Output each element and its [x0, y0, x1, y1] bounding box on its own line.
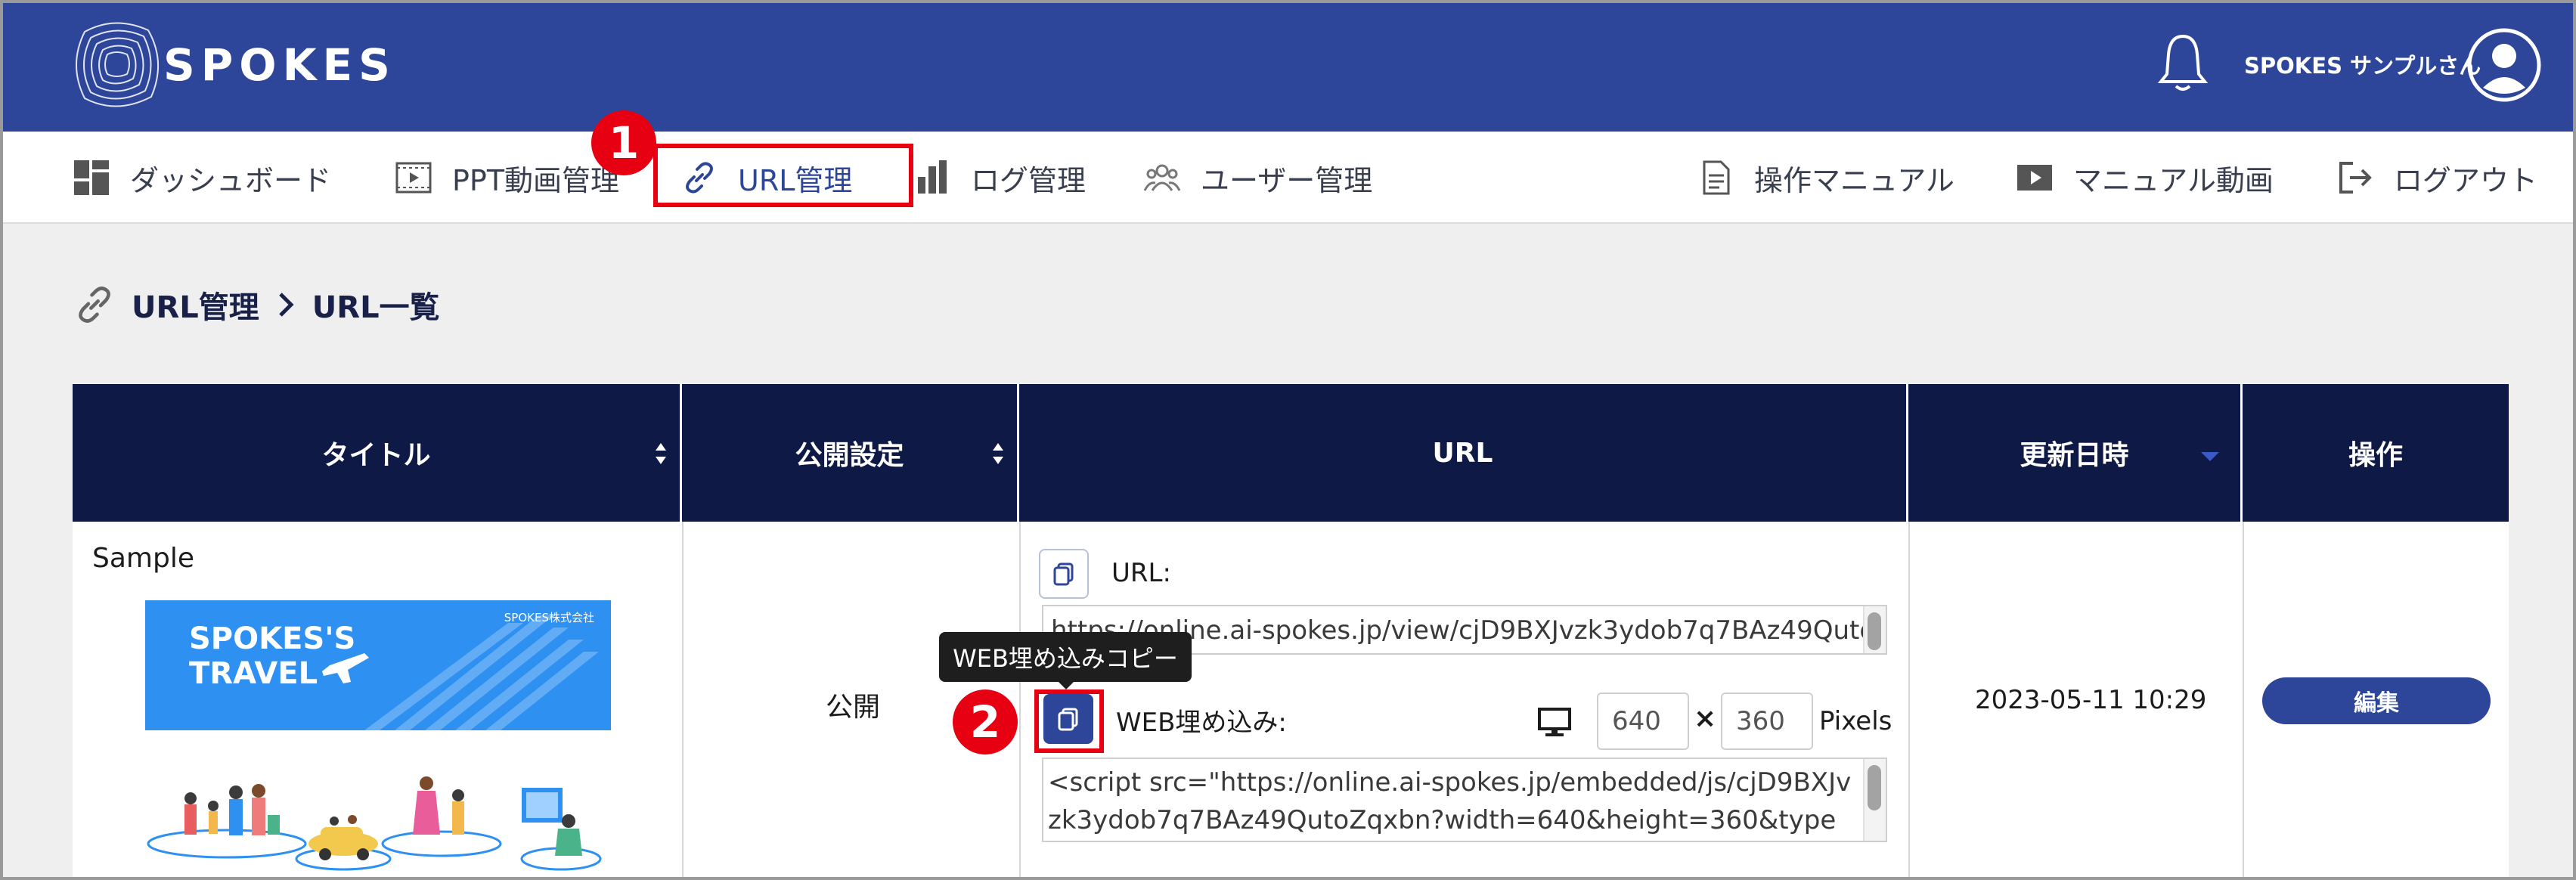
embed-height-input[interactable]: 360 [1721, 693, 1813, 750]
sort-icon [993, 443, 1003, 464]
copy-icon [1053, 562, 1074, 586]
nav-label: URL管理 [738, 163, 853, 197]
scrollbar-thumb[interactable] [1868, 612, 1881, 650]
column-header-url: URL [1019, 384, 1908, 522]
step-badge-2: 2 [953, 689, 1018, 755]
film-icon [395, 162, 432, 194]
user-avatar-icon[interactable] [2466, 27, 2542, 103]
thumbnail-illustration [145, 730, 611, 880]
tooltip-arrow [1057, 680, 1075, 689]
nav-label: マニュアル動画 [2073, 163, 2274, 197]
url-label: URL: [1111, 558, 1171, 588]
nav-item-users[interactable]: ユーザー管理 [1143, 132, 1372, 224]
edit-button[interactable]: 編集 [2262, 677, 2491, 724]
spokes-logo-icon[interactable] [70, 17, 165, 113]
pixels-unit: Pixels [1819, 706, 1892, 736]
copy-icon [1058, 708, 1078, 731]
logout-icon [2339, 162, 2372, 194]
embed-code: <script src="https://online.ai-spokes.jp… [1048, 767, 1852, 835]
brand-name: SPOKES [163, 39, 396, 91]
nav-item-manual[interactable]: 操作マニュアル [1697, 132, 1954, 224]
times-sign: × [1694, 703, 1717, 734]
dashboard-icon [74, 160, 109, 195]
nav-label: ユーザー管理 [1201, 163, 1373, 197]
nav-label: ログ管理 [971, 163, 1087, 197]
monitor-icon [1538, 708, 1571, 736]
url-scrollbar[interactable] [1863, 606, 1886, 653]
embed-code-field[interactable]: <script src="https://online.ai-spokes.jp… [1042, 758, 1887, 842]
nav-label: 操作マニュアル [1754, 163, 1954, 197]
breadcrumb-page: URL一覧 [312, 290, 440, 325]
row-title[interactable]: Sample [92, 543, 194, 574]
scrollbar-thumb[interactable] [1868, 765, 1881, 810]
embed-copy-tooltip: WEB埋め込みコピー [939, 632, 1192, 682]
nav-label: ダッシュボード [130, 163, 332, 197]
nav-item-manual-video[interactable]: マニュアル動画 [2016, 132, 2274, 224]
thumbnail-headline: SPOKES'S TRAVEL [189, 621, 356, 691]
nav-item-ppt-video[interactable]: PPT動画管理 [395, 132, 619, 224]
step-badge-1: 1 [591, 110, 656, 175]
notification-bell-icon[interactable] [2156, 32, 2209, 94]
column-header-title[interactable]: タイトル [73, 384, 682, 522]
column-divider [1019, 522, 1021, 880]
nav-label: ログアウト [2394, 163, 2538, 197]
log-icon [918, 160, 947, 194]
user-name[interactable]: SPOKES サンプルさん [2244, 48, 2481, 80]
nav-item-url[interactable]: URL管理 [680, 132, 852, 224]
thumbnail-image[interactable]: SPOKES'S TRAVEL SPOKES株式会社 [145, 600, 611, 880]
column-header-visibility[interactable]: 公開設定 [682, 384, 1019, 522]
travel-illustration [147, 776, 602, 871]
column-divider [682, 522, 684, 880]
updated-at: 2023-05-11 10:29 [1975, 685, 2207, 715]
embed-label: WEB埋め込み: [1116, 708, 1287, 738]
link-icon [79, 287, 110, 323]
copy-embed-button[interactable] [1043, 694, 1093, 744]
thumbnail-company: SPOKES株式会社 [504, 611, 594, 624]
sort-desc-icon [2201, 452, 2219, 461]
embed-scrollbar[interactable] [1863, 759, 1886, 841]
column-header-actions: 操作 [2348, 440, 2403, 471]
nav-item-dashboard[interactable]: ダッシュボード [73, 132, 331, 224]
link-icon [686, 162, 713, 194]
column-divider [1908, 522, 1910, 880]
chevron-right-icon [279, 293, 294, 317]
main-nav: ダッシュボード PPT動画管理 URL管理 ログ管理 ユーザー管理 操作マニュア… [0, 132, 2576, 224]
breadcrumb-section[interactable]: URL管理 [132, 283, 259, 327]
sort-icon [656, 443, 666, 464]
nav-label: PPT動画管理 [452, 163, 620, 197]
table-header: タイトル 公開設定 URL 更新日時 操作 [73, 384, 2509, 522]
embed-width-input[interactable]: 640 [1597, 693, 1689, 750]
document-icon [1703, 160, 1730, 195]
nav-item-log[interactable]: ログ管理 [913, 132, 1086, 224]
nav-item-logout[interactable]: ログアウト [2336, 132, 2537, 224]
app-header: SPOKES SPOKES サンプルさん [0, 0, 2576, 132]
video-icon [2017, 165, 2052, 191]
users-icon [1143, 164, 1181, 191]
column-divider [2243, 522, 2244, 880]
breadcrumb: URL管理 URL一覧 [73, 280, 440, 330]
column-header-updated[interactable]: 更新日時 [1908, 384, 2243, 522]
copy-url-button[interactable] [1039, 549, 1089, 599]
thumbnail-banner: SPOKES'S TRAVEL SPOKES株式会社 [145, 600, 611, 730]
visibility-status: 公開 [826, 692, 881, 723]
